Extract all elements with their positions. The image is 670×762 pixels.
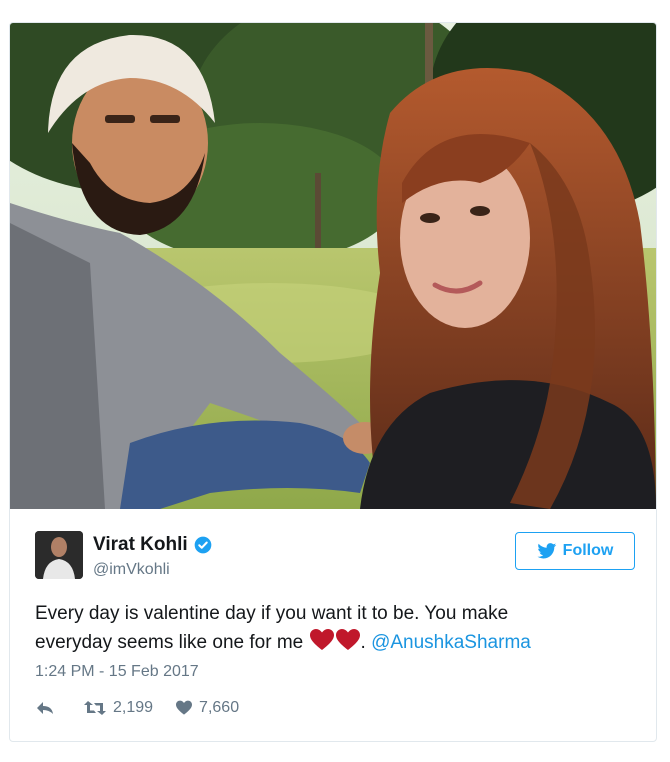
text-separator: .: [360, 632, 372, 653]
retweet-button[interactable]: 2,199: [83, 699, 153, 717]
mention-link[interactable]: @AnushkaSharma: [371, 632, 531, 653]
selfie-photo-illustration: [10, 23, 656, 509]
verified-badge-icon: [194, 536, 212, 554]
follow-button[interactable]: Follow: [515, 532, 635, 570]
tweet-header: Virat Kohli @imVkohli Follow: [35, 528, 635, 584]
retweet-count: 2,199: [113, 699, 154, 716]
retweet-icon: [84, 701, 106, 715]
tweet-actions: 2,199 7,660: [35, 699, 261, 717]
avatar-image: [35, 531, 83, 579]
tweet-text-line-2: everyday seems like one for me . @Anushk…: [35, 628, 635, 657]
display-name[interactable]: Virat Kohli: [93, 534, 188, 556]
tweet-text-line-2-start: everyday seems like one for me: [35, 632, 304, 653]
reply-icon: [37, 702, 53, 714]
follow-label: Follow: [562, 542, 614, 559]
red-heart-emoji: [309, 629, 334, 650]
tweet-photo[interactable]: [10, 23, 656, 509]
twitter-bird-icon: [537, 543, 556, 559]
reply-button[interactable]: [35, 700, 61, 716]
like-button[interactable]: 7,660: [175, 699, 239, 717]
like-count: 7,660: [199, 699, 240, 716]
tweet-timestamp[interactable]: 1:24 PM - 15 Feb 2017: [35, 663, 199, 681]
tweet-text: Every day is valentine day if you want i…: [35, 599, 635, 657]
user-handle[interactable]: @imVkohli: [93, 561, 170, 579]
red-heart-emoji: [335, 629, 360, 650]
like-heart-icon: [176, 700, 193, 715]
embedded-tweet-card: Virat Kohli @imVkohli Follow Every day i…: [9, 22, 657, 742]
tweet-text-line-1: Every day is valentine day if you want i…: [35, 603, 509, 624]
avatar[interactable]: [35, 531, 83, 579]
name-row: Virat Kohli: [93, 534, 213, 556]
